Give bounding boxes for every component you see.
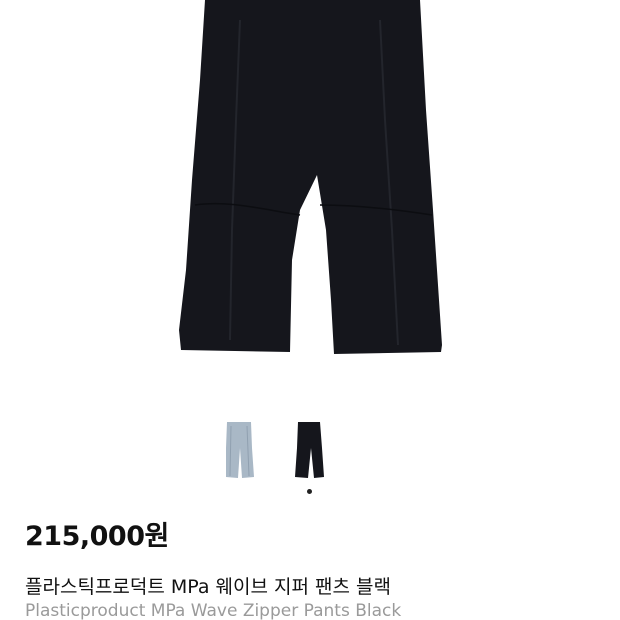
gallery-indicator-dot — [307, 489, 312, 494]
pants-shape — [179, 0, 442, 354]
product-name-english: Plasticproduct MPa Wave Zipper Pants Bla… — [25, 601, 402, 620]
pants-photo — [179, 0, 442, 354]
product-main-image[interactable] — [0, 0, 620, 400]
thumbnail-light-blue[interactable] — [214, 418, 264, 484]
thumbnail-black[interactable] — [285, 418, 335, 484]
product-price: 215,000원 — [25, 521, 169, 552]
thumbnail-black-image — [295, 422, 324, 478]
thumbnail-light-blue-image — [226, 422, 254, 478]
product-page: 215,000원 플라스틱프로덕트 MPa 웨이브 지퍼 팬츠 블랙 Plast… — [0, 0, 620, 620]
product-name-korean: 플라스틱프로덕트 MPa 웨이브 지퍼 팬츠 블랙 — [25, 576, 391, 598]
thumbnail-strip — [0, 418, 620, 488]
